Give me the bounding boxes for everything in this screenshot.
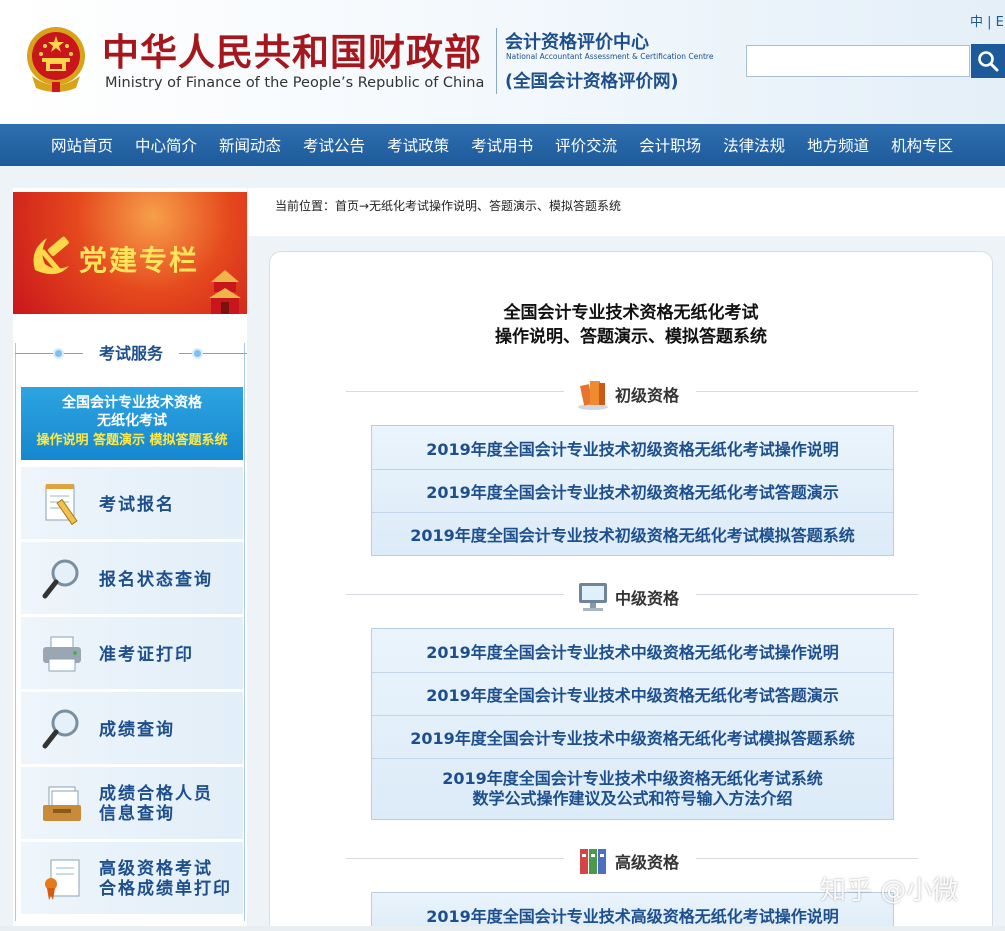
exam-service-header: 考试服务 [15,343,247,373]
file-tray-icon [43,786,81,821]
magnifier-icon [42,709,79,749]
page-title-line-2: 操作说明、答题演示、模拟答题系统 [495,327,767,347]
magnifier-icon [42,559,79,599]
intermediate-link-operation-guide[interactable]: 2019年度全国会计专业技术中级资格无纸化考试操作说明 [372,629,893,672]
section-rule [346,858,564,859]
service-label: 高级资格考试 [99,859,213,879]
nav-item-exam-notices[interactable]: 考试公告 [292,134,376,156]
breadcrumb: 当前位置：首页→无纸化考试操作说明、答题演示、模拟答题系统 [248,188,1005,236]
center-title-en: National Accountant Assessment & Certifi… [506,52,714,61]
nav-item-regional[interactable]: 地方频道 [796,134,880,156]
certificate-icon [45,859,80,900]
service-senior-score-print[interactable]: 高级资格考试 合格成绩单打印 [21,842,243,916]
section-label-senior: 高级资格 [615,853,680,872]
section-rule [696,594,918,595]
banner-line-1: 全国会计专业技术资格 [62,395,202,411]
party-banner-title: 党建专栏 [79,244,200,277]
nav-item-exam-policy[interactable]: 考试政策 [376,134,460,156]
section-rule [346,594,564,595]
hammer-sickle-icon [33,236,69,275]
search-icon [978,51,999,72]
junior-link-box: 2019年度全国会计专业技术初级资格无纸化考试操作说明 2019年度全国会计专业… [371,425,894,556]
printer-icon [43,636,81,672]
nav-item-news[interactable]: 新闻动态 [208,134,292,156]
center-title-cn: 会计资格评价中心 [505,32,649,53]
service-label-line2: 合格成绩单打印 [99,879,232,899]
section-header-intermediate: 中级资格 [346,580,918,611]
notepad-pencil-icon [45,484,78,526]
section-rule [696,858,918,859]
language-switch[interactable]: 中 | E [970,11,1004,30]
service-qualified-info[interactable]: 成绩合格人员 信息查询 [21,767,243,841]
section-label-junior: 初级资格 [615,386,680,405]
main-content-panel: 全国会计专业技术资格无纸化考试 操作说明、答题演示、模拟答题系统 初级资格 20… [269,251,993,931]
exam-service-panel: 考试服务 全国会计专业技术资格 无纸化考试 操作说明 答题演示 模拟答题系统 考… [15,343,247,921]
junior-link-answer-demo[interactable]: 2019年度全国会计专业技术初级资格无纸化考试答题演示 [372,469,893,512]
intermediate-link-answer-demo[interactable]: 2019年度全国会计专业技术中级资格无纸化考试答题演示 [372,672,893,715]
watermark: 知乎 @小微 [820,876,959,906]
national-emblem-icon [27,27,85,92]
banner-line-2: 无纸化考试 [97,413,167,429]
left-sidebar: 党建专栏 考试服务 全国会计专业技术资格 无纸化考试 操作说明 答题演示 模拟答… [13,188,247,931]
service-label: 报名状态查询 [99,570,213,590]
ministry-title-en: Ministry of Finance of the People’s Repu… [105,75,485,91]
nav-item-about[interactable]: 中心简介 [124,134,208,156]
exam-service-title: 考试服务 [83,343,179,365]
nav-item-evaluation[interactable]: 评价交流 [544,134,628,156]
service-label: 成绩查询 [99,720,175,740]
nav-item-exam-books[interactable]: 考试用书 [460,134,544,156]
service-label: 考试报名 [99,495,175,515]
intermediate-link-box: 2019年度全国会计专业技术中级资格无纸化考试操作说明 2019年度全国会计专业… [371,628,894,820]
link-line-1: 2019年度全国会计专业技术中级资格无纸化考试系统 [442,769,823,788]
paperless-exam-banner[interactable]: 全国会计专业技术资格 无纸化考试 操作说明 答题演示 模拟答题系统 [21,387,243,460]
intermediate-link-formula-guide[interactable]: 2019年度全国会计专业技术中级资格无纸化考试系统 数学公式操作建议及公式和符号… [372,758,893,819]
site-header: 中华人民共和国财政部 Ministry of Finance of the Pe… [0,0,1005,124]
breadcrumb-text[interactable]: 当前位置：首页→无纸化考试操作说明、答题演示、模拟答题系统 [275,197,621,214]
service-label-line2: 信息查询 [99,804,175,824]
service-admission-print[interactable]: 准考证打印 [21,617,243,691]
section-rule [696,391,918,392]
computer-monitor-icon [579,583,607,611]
party-building-banner[interactable]: 党建专栏 [13,192,247,314]
service-registration-status[interactable]: 报名状态查询 [21,542,243,616]
section-rule [346,391,564,392]
site-name: (全国会计资格评价网) [505,72,679,92]
header-divider [496,28,497,94]
nav-item-home[interactable]: 网站首页 [40,134,124,156]
service-score-query[interactable]: 成绩查询 [21,692,243,766]
tower-illustration [209,270,241,314]
search-input[interactable] [746,45,970,77]
dot-icon [192,348,203,359]
nav-item-careers[interactable]: 会计职场 [628,134,712,156]
intermediate-link-mock-system[interactable]: 2019年度全国会计专业技术中级资格无纸化考试模拟答题系统 [372,715,893,758]
service-label: 准考证打印 [99,645,194,665]
page-title-line-1: 全国会计专业技术资格无纸化考试 [503,303,759,323]
ministry-title-cn: 中华人民共和国财政部 [102,31,482,74]
dot-icon [53,348,64,359]
service-exam-registration[interactable]: 考试报名 [21,467,243,541]
junior-link-mock-system[interactable]: 2019年度全国会计专业技术初级资格无纸化考试模拟答题系统 [372,512,893,555]
junior-link-operation-guide[interactable]: 2019年度全国会计专业技术初级资格无纸化考试操作说明 [372,426,893,469]
nav-item-institutions[interactable]: 机构专区 [880,134,964,156]
main-nav: 网站首页 中心简介 新闻动态 考试公告 考试政策 考试用书 评价交流 会计职场 … [0,124,1005,166]
search-button[interactable] [971,44,1005,78]
service-label: 成绩合格人员 [99,784,213,804]
binders-icon [580,849,606,874]
books-icon [578,381,608,410]
section-header-junior: 初级资格 [346,377,918,410]
nav-item-laws[interactable]: 法律法规 [712,134,796,156]
section-label-intermediate: 中级资格 [615,589,680,608]
page-bottom-edge [0,926,1005,931]
link-line-2: 数学公式操作建议及公式和符号输入方法介绍 [472,789,793,808]
banner-line-3: 操作说明 答题演示 模拟答题系统 [36,433,228,448]
